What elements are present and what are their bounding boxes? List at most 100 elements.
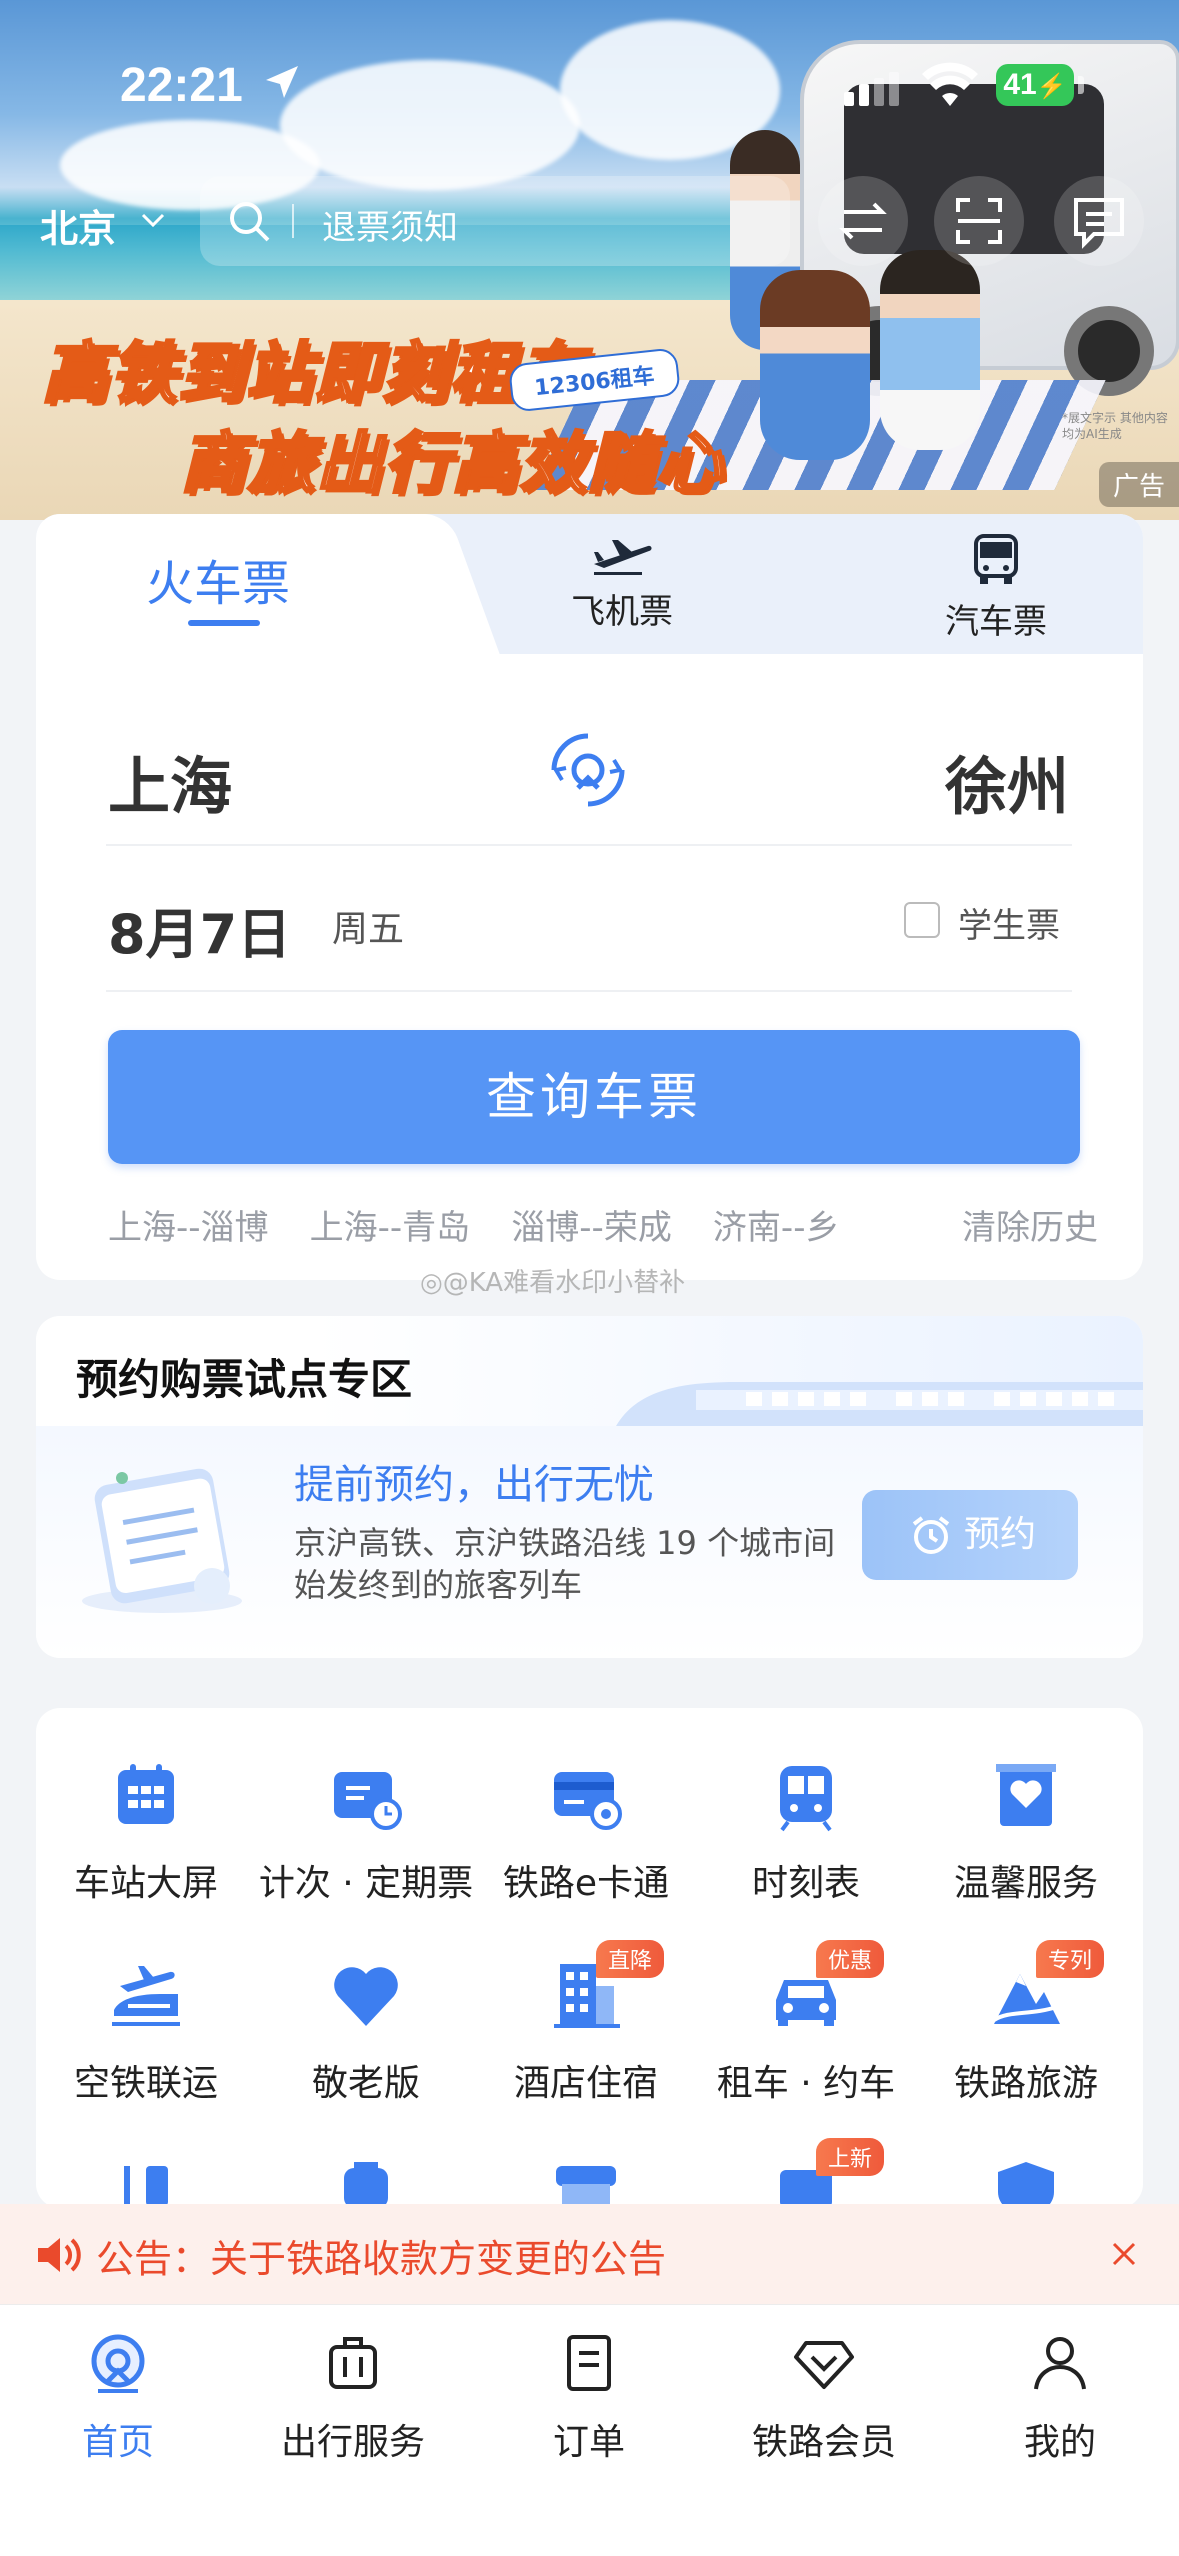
swap-stations-icon[interactable] (548, 730, 628, 810)
transfer-button[interactable] (818, 176, 908, 266)
announcement-text[interactable]: 公告：关于铁路收款方变更的公告 (96, 2228, 666, 2283)
service-badge: 直降 (596, 1940, 665, 1978)
service-label: 酒店住宿 (513, 2063, 658, 2104)
nav-label: 订单 (552, 2422, 625, 2463)
clear-history-button[interactable]: 清除历史 (922, 1200, 1098, 1249)
tab-train-ticket[interactable]: 火车票 (146, 544, 290, 614)
home-rail-logo-icon (91, 2334, 145, 2393)
reserve-button[interactable]: 预约 (862, 1490, 1078, 1580)
scan-button[interactable] (934, 176, 1024, 266)
reserve-button-label: 预约 (964, 1514, 1037, 1555)
chevron-down-icon[interactable] (140, 210, 166, 230)
heart-icon (334, 1967, 398, 2026)
departure-date[interactable]: 8月7日 (108, 890, 291, 969)
departure-weekday: 周五 (332, 909, 405, 950)
tab-bus-label: 汽车票 (945, 602, 1047, 642)
status-bar: 22:21 41⚡ (0, 0, 1179, 150)
luggage-icon (344, 2162, 388, 2208)
train-illustration (616, 1382, 1143, 1426)
nav-travel-services[interactable]: 出行服务 (253, 2331, 453, 2465)
service-station-screen[interactable]: 车站大屏 (36, 1760, 256, 1906)
reservation-zone[interactable]: 预约购票试点专区 提前预约，出行无忧 京沪高铁、京沪铁路沿线 19 个城市间始发… (36, 1316, 1143, 1658)
nav-label: 出行服务 (280, 2422, 425, 2463)
banner-disclaimer: *展文字示 其他内容均为AI生成 (1062, 411, 1168, 441)
reservation-description: 京沪高铁、京沪铁路沿线 19 个城市间始发终到的旅客列车 (294, 1524, 836, 1604)
calendar-illustration-icon (82, 1468, 242, 1613)
service-row3-item[interactable] (256, 2158, 476, 2208)
to-station[interactable]: 徐州 (945, 736, 1069, 826)
wifi-icon (922, 62, 978, 106)
service-label: 计次 · 定期票 (258, 1863, 474, 1904)
insurance-icon (998, 2162, 1054, 2208)
shop-icon (556, 2166, 616, 2208)
nav-membership[interactable]: 铁路会员 (724, 2331, 924, 2465)
service-air-rail[interactable]: 空铁联运 (36, 1960, 256, 2106)
transfer-arrows-icon (839, 202, 887, 240)
booking-card: 火车票 飞机票 汽车票 上海 徐州 8月7日 周五 学生票 查询车票 上海--淄… (36, 514, 1143, 1280)
diamond-icon (794, 2341, 854, 2389)
ecard-icon (554, 1772, 622, 1830)
service-label: 敬老版 (311, 2063, 420, 2104)
city-selector[interactable]: 北京 (40, 198, 116, 253)
service-label: 空铁联运 (73, 2063, 218, 2104)
from-station[interactable]: 上海 (108, 736, 232, 826)
history-item[interactable]: 济南--乡 (713, 1200, 840, 1249)
service-timetable[interactable]: 时刻表 (696, 1760, 916, 1906)
student-ticket-checkbox[interactable] (904, 902, 940, 938)
bottom-navigation: 首页 出行服务 订单 铁路会员 我的 (0, 2304, 1179, 2556)
service-row3-item[interactable] (916, 2158, 1136, 2208)
history-item[interactable]: 上海--淄博 (108, 1200, 269, 1249)
nav-orders[interactable]: 订单 (489, 2331, 689, 2465)
service-car-rental[interactable]: 优惠 租车 · 约车 (696, 1940, 916, 2106)
service-hotel[interactable]: 直降 酒店住宿 (476, 1940, 696, 2106)
nav-profile[interactable]: 我的 (960, 2331, 1160, 2465)
banner-headline: 高铁到站即刻租车 (41, 334, 586, 414)
timetable-icon (780, 1766, 832, 1832)
location-arrow-icon (266, 66, 298, 98)
service-label: 铁路e卡通 (502, 1863, 670, 1904)
service-rail-tour[interactable]: 专列 铁路旅游 (916, 1940, 1136, 2106)
announcement-bar[interactable]: 公告：关于铁路收款方变更的公告 (0, 2204, 1179, 2304)
service-label: 温馨服务 (953, 1863, 1098, 1904)
reservation-body: 提前预约，出行无忧 京沪高铁、京沪铁路沿线 19 个城市间始发终到的旅客列车 预… (36, 1426, 1143, 1658)
service-label: 车站大屏 (73, 1863, 218, 1904)
service-elderly[interactable]: 敬老版 (256, 1960, 476, 2106)
tab-flight-ticket[interactable]: 飞机票 (532, 534, 712, 633)
nav-home[interactable]: 首页 (18, 2331, 218, 2465)
service-ecard[interactable]: 铁路e卡通 (476, 1760, 696, 1906)
search-divider (292, 204, 294, 238)
close-icon[interactable] (1108, 2238, 1140, 2270)
search-input[interactable]: 退票须知 (322, 200, 458, 249)
ticket-card-icon (334, 1772, 402, 1830)
reservation-header: 预约购票试点专区 (36, 1316, 1143, 1426)
bus-icon (974, 534, 1018, 584)
nav-label: 我的 (1023, 2422, 1096, 2463)
cellular-signal-icon (844, 72, 899, 106)
reservation-headline: 提前预约，出行无忧 (294, 1462, 654, 1508)
message-icon (1074, 198, 1124, 249)
history-item[interactable]: 淄博--荣成 (511, 1200, 672, 1249)
order-document-icon (567, 2335, 611, 2391)
message-button[interactable] (1054, 176, 1144, 266)
query-tickets-button[interactable]: 查询车票 (108, 1030, 1080, 1164)
heart-service-icon (996, 1764, 1056, 1826)
battery-level: 41 (1003, 68, 1037, 101)
watermark-text: @KA难看水印小替补 (442, 1268, 686, 1298)
speaker-icon (38, 2238, 81, 2272)
service-care[interactable]: 温馨服务 (916, 1760, 1136, 1906)
student-ticket-label[interactable]: 学生票 (958, 898, 1060, 947)
service-row3-item[interactable]: 上新 (696, 2138, 916, 2208)
service-badge: 专列 (1036, 1940, 1105, 1978)
service-ticket-card[interactable]: 计次 · 定期票 (256, 1760, 476, 1906)
tab-bus-ticket[interactable]: 汽车票 (906, 534, 1086, 643)
service-label: 租车 · 约车 (716, 2063, 896, 2104)
nav-label: 铁路会员 (751, 2422, 896, 2463)
history-item[interactable]: 上海--青岛 (310, 1200, 471, 1249)
tab-flight-label: 飞机票 (571, 592, 673, 632)
service-badge: 上新 (816, 2138, 885, 2176)
person-illustration (760, 270, 870, 460)
service-row3-item[interactable] (476, 2158, 696, 2208)
watermark: ◎@KA难看水印小替补 (420, 1262, 685, 1299)
search-bar[interactable]: 退票须知 (200, 176, 790, 266)
service-row3-item[interactable] (36, 2158, 256, 2208)
